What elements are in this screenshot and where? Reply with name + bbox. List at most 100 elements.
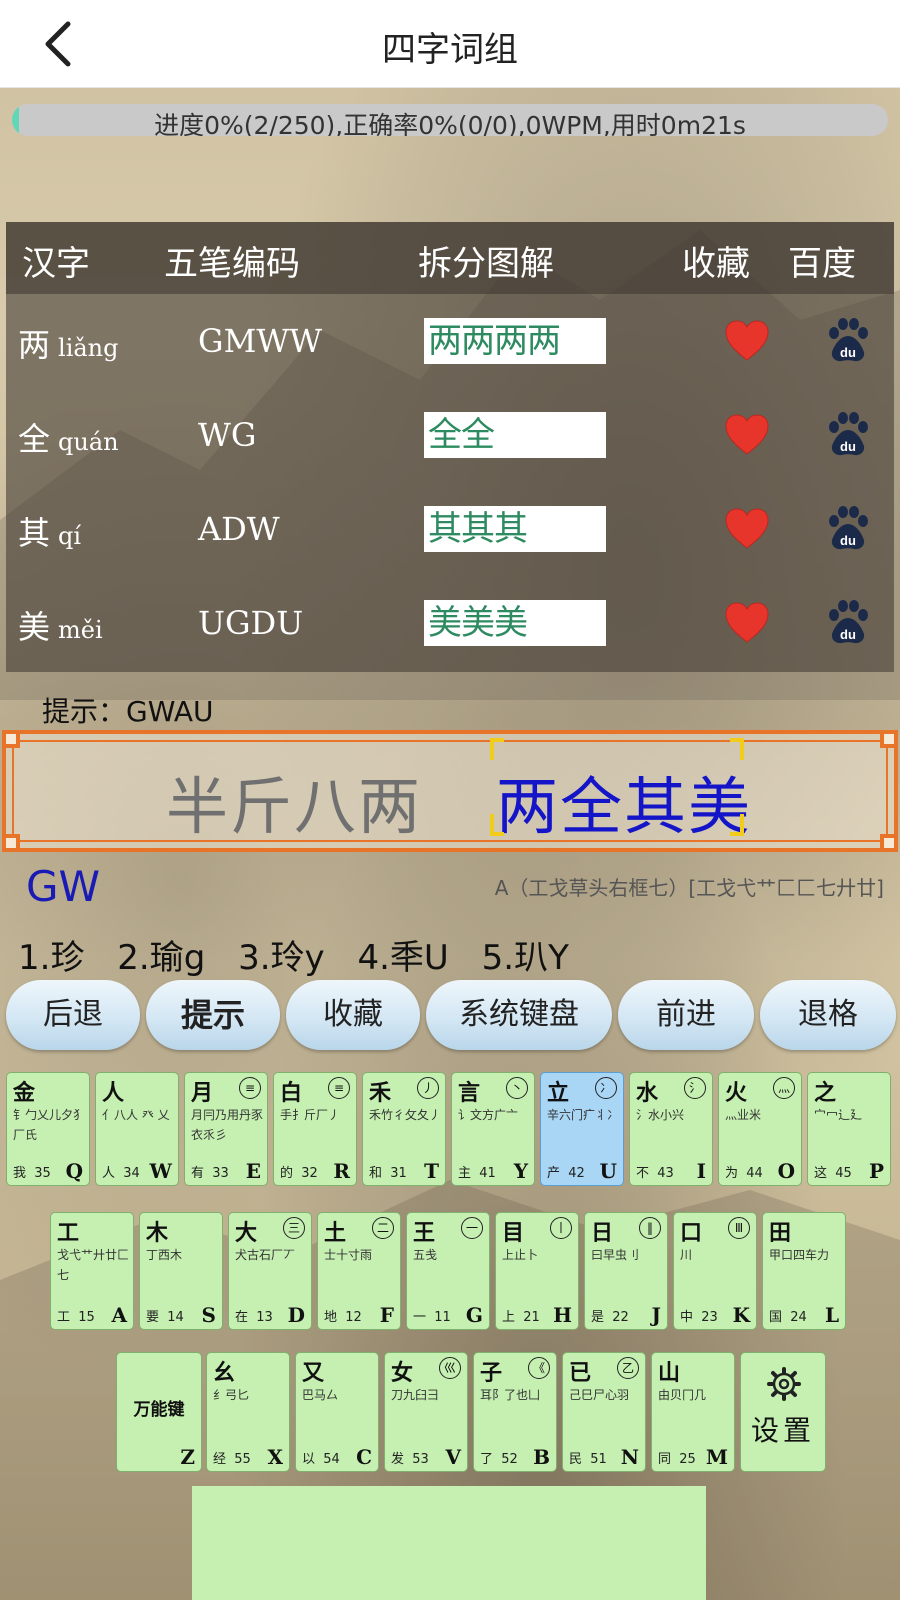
key-r[interactable]: 白 ≡ 手扌斤厂丿的 32 R — [273, 1072, 357, 1186]
key-letter: Z — [180, 1445, 195, 1469]
key-common-char: 了 — [480, 1452, 494, 1467]
key-common-char: 一 — [413, 1310, 427, 1325]
char: 两 — [18, 326, 51, 364]
back-step-button[interactable]: 后退 — [6, 980, 140, 1050]
key-root-main: 金 — [13, 1081, 36, 1106]
candidate-item[interactable]: 4.秊U — [357, 938, 448, 978]
key-footer: 上 21 — [502, 1306, 540, 1325]
key-f[interactable]: 土 二士十寸雨地 12 F — [317, 1212, 401, 1330]
forward-button[interactable]: 前进 — [618, 980, 754, 1050]
key-letter: B — [533, 1445, 550, 1469]
key-common-char: 发 — [391, 1452, 405, 1467]
key-zone-number: 43 — [657, 1166, 674, 1181]
key-footer: 经 55 — [213, 1448, 251, 1467]
stroke-breakdown-image[interactable]: 两两两两 — [424, 318, 606, 364]
key-zone-number: 33 — [212, 1166, 229, 1181]
hint-button[interactable]: 提示 — [146, 980, 280, 1050]
baidu-search-button[interactable]: du — [824, 316, 872, 364]
favorite-button[interactable]: 收藏 — [286, 980, 420, 1050]
char: 其 — [18, 514, 51, 552]
key-footer: 地 12 — [324, 1306, 362, 1325]
settings-label: 设置 — [750, 1414, 815, 1447]
key-q[interactable]: 金钅勹乂儿夕犭厂氏我 35 Q — [6, 1072, 90, 1186]
candidate-item[interactable]: 5.玐Y — [482, 938, 569, 978]
stroke-breakdown-image[interactable]: 美美美 — [424, 600, 606, 646]
key-y[interactable]: 言 丶讠文方广亠主 41 Y — [451, 1072, 535, 1186]
key-zone-number: 31 — [390, 1166, 407, 1181]
candidate-item[interactable]: 2.瑜g — [117, 938, 205, 978]
key-letter: X — [267, 1445, 283, 1469]
key-zone-number: 24 — [790, 1310, 807, 1325]
key-w[interactable]: 人亻八人 癶 乂人 34 W — [95, 1072, 179, 1186]
phrase-display: 半斤八两 两全其美 — [2, 730, 898, 852]
progress-bar: 进度0%(2/250),正确率0%(0/0),0WPM,用时0m21s — [12, 104, 888, 136]
key-roots: 巴马厶 — [302, 1388, 339, 1402]
key-d[interactable]: 大 三犬古石厂丆在 13 D — [228, 1212, 312, 1330]
key-zone-number: 44 — [746, 1166, 763, 1181]
key-s[interactable]: 木丁西木要 14 S — [139, 1212, 223, 1330]
key-root-main: 土 — [324, 1221, 347, 1246]
key-footer: 要 14 — [146, 1306, 184, 1325]
candidate-item[interactable]: 3.玲y — [238, 938, 325, 978]
favorite-toggle[interactable] — [724, 600, 770, 646]
stroke-breakdown-image[interactable]: 全全 — [424, 412, 606, 458]
stroke-breakdown-image[interactable]: 其其其 — [424, 506, 606, 552]
system-keyboard-button[interactable]: 系统键盘 — [426, 980, 612, 1050]
key-roots: 犬古石厂丆 — [235, 1248, 296, 1262]
key-t[interactable]: 禾 丿禾竹彳攵夂丿和 31 T — [362, 1072, 446, 1186]
table-header: 汉字 五笔编码 拆分图解 收藏 百度 — [6, 222, 894, 294]
baidu-search-button[interactable]: du — [824, 504, 872, 552]
key-c[interactable]: 又巴马厶以 54 C — [295, 1352, 379, 1472]
key-roots: 禾竹彳攵夂丿 — [369, 1108, 442, 1122]
settings-key[interactable]: 设置 — [740, 1352, 826, 1472]
key-o[interactable]: 火 灬灬业米为 44 O — [718, 1072, 802, 1186]
key-zone-number: 22 — [612, 1310, 629, 1325]
favorite-toggle[interactable] — [724, 412, 770, 458]
key-letter: P — [868, 1159, 884, 1183]
key-letter: R — [333, 1159, 350, 1183]
baidu-search-button[interactable]: du — [824, 598, 872, 646]
key-footer: 和 31 — [369, 1162, 407, 1181]
key-j[interactable]: 日 ‖ 曰早虫刂是 22 J — [584, 1212, 668, 1330]
key-stroke-badge: 三 — [283, 1217, 305, 1239]
heart-icon — [725, 602, 769, 643]
candidate-item[interactable]: 1.珍 — [18, 938, 84, 978]
heart-icon — [725, 508, 769, 549]
key-k[interactable]: 口 Ⅲ 川中 23 K — [673, 1212, 757, 1330]
row-code: UGDU — [198, 604, 304, 642]
key-u[interactable]: 立 冫辛六门疒丬冫产 42 U — [540, 1072, 624, 1186]
favorite-toggle[interactable] — [724, 318, 770, 364]
key-roots: 月冃乃用丹豕衣乑彡 — [191, 1108, 264, 1142]
key-zone-number: 45 — [835, 1166, 852, 1181]
key-m[interactable]: 山由贝冂几同 25 M — [651, 1352, 735, 1472]
key-zone-number: 23 — [701, 1310, 718, 1325]
key-h[interactable]: 目 丨上止卜上 21 H — [495, 1212, 579, 1330]
key-letter: H — [553, 1303, 572, 1327]
key-common-char: 上 — [502, 1310, 516, 1325]
key-e[interactable]: 月 ≡ 月冃乃用丹豕衣乑彡有 33 E — [184, 1072, 268, 1186]
key-n[interactable]: 已 乙己巳尸心羽民 51 N — [562, 1352, 646, 1472]
key-root-main: 幺 — [213, 1361, 236, 1386]
key-common-char: 和 — [369, 1166, 383, 1181]
backspace-button[interactable]: 退格 — [760, 980, 896, 1050]
focus-bracket — [490, 814, 504, 836]
key-root-main: 工 — [57, 1221, 80, 1246]
key-x[interactable]: 幺纟弓匕经 55 X — [206, 1352, 290, 1472]
baidu-search-button[interactable]: du — [824, 410, 872, 458]
key-a[interactable]: 工戈弋艹廾廿匚七工 15 A — [50, 1212, 134, 1330]
key-footer: 了 52 — [480, 1448, 518, 1467]
key-l[interactable]: 田甲口四车力国 24 L — [762, 1212, 846, 1330]
key-v[interactable]: 女 巛刀九臼彐发 53 V — [384, 1352, 468, 1472]
table-row: 两 liǎng GMWW 两两两两 du — [6, 294, 894, 388]
key-i[interactable]: 水 氵氵水小兴不 43 I — [629, 1072, 713, 1186]
key-letter: I — [696, 1159, 706, 1183]
key-wanneng[interactable]: 万能键 Z — [116, 1352, 202, 1472]
favorite-toggle[interactable] — [724, 506, 770, 552]
key-b[interactable]: 子 《耳阝了也凵了 52 B — [473, 1352, 557, 1472]
key-letter: L — [824, 1303, 839, 1327]
key-roots: 钅勹乂儿夕犭厂氏 — [13, 1108, 86, 1142]
key-p[interactable]: 之宀冖辶廴这 45 P — [807, 1072, 891, 1186]
key-root-main: 木 — [146, 1221, 169, 1246]
bottom-panel — [192, 1486, 706, 1600]
key-g[interactable]: 王一五戋一 11 G — [406, 1212, 490, 1330]
